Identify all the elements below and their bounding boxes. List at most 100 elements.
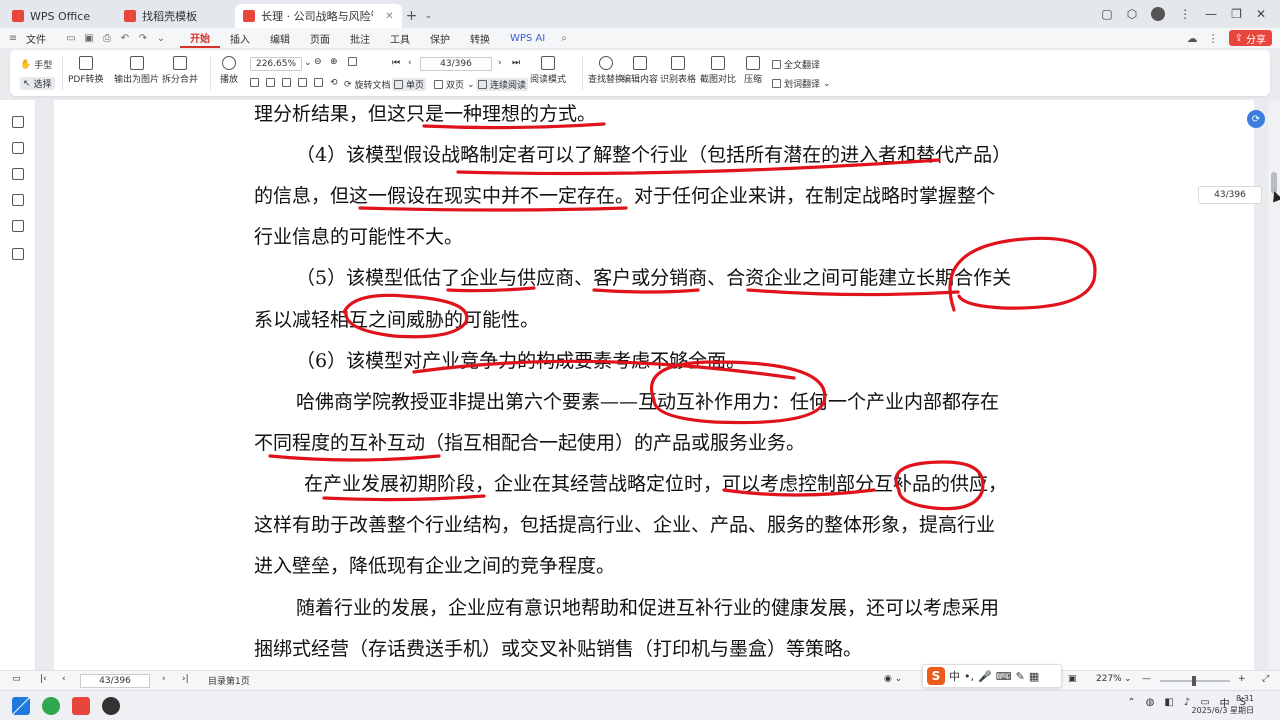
- ime-mode[interactable]: 中: [949, 668, 960, 684]
- document-area[interactable]: 理分析结果，但这只是一种理想的方式。 （4）该模型假设战略制定者可以了解整个行业…: [36, 100, 1268, 670]
- more-icon[interactable]: ⋮: [1179, 7, 1191, 21]
- skin-icon[interactable]: ✎: [1016, 670, 1025, 683]
- edge-icon[interactable]: [42, 697, 60, 715]
- zoom-in-icon[interactable]: +: [1238, 674, 1246, 684]
- next-page-icon[interactable]: ›: [498, 58, 502, 68]
- wechat-icon[interactable]: ◍: [1146, 697, 1155, 708]
- zoom-in-icon[interactable]: ⊕: [330, 57, 338, 67]
- play-button[interactable]: 播放: [220, 56, 238, 85]
- cloud-icon[interactable]: ☁: [1187, 32, 1198, 45]
- hand-tool-button[interactable]: ✋ 手型: [20, 58, 52, 72]
- edit-content-button[interactable]: 编辑内容: [622, 56, 658, 85]
- close-icon[interactable]: ✕: [385, 11, 393, 22]
- zoom-out-icon[interactable]: —: [1142, 674, 1151, 684]
- menu-tools[interactable]: 工具: [380, 28, 420, 48]
- tab-document[interactable]: 长理 · 公司战略与风险管理 ✕: [235, 4, 402, 28]
- zoom-value[interactable]: 227%: [1096, 674, 1122, 684]
- chevron-up-icon[interactable]: ⌃: [1127, 697, 1135, 708]
- full-translate-button[interactable]: 全文翻译: [772, 58, 820, 71]
- chevron-down-icon[interactable]: ⌄: [422, 4, 436, 28]
- compare-button[interactable]: 截图对比: [700, 56, 736, 85]
- next-page-icon[interactable]: ›: [162, 674, 166, 684]
- chevron-down-icon[interactable]: ⌄: [152, 33, 170, 44]
- page-fit-icon[interactable]: [348, 57, 357, 66]
- zoom-out-icon[interactable]: ⊖: [314, 57, 322, 67]
- single-page-button[interactable]: 单页: [392, 78, 427, 91]
- new-tab-button[interactable]: +: [402, 4, 422, 28]
- keyboard-icon[interactable]: ⌨: [996, 670, 1012, 683]
- word-translate-button[interactable]: 划词翻译 ⌄: [772, 77, 831, 90]
- menu-insert[interactable]: 插入: [220, 28, 260, 48]
- fit-page-icon[interactable]: [298, 78, 307, 87]
- actual-size-icon[interactable]: [282, 78, 291, 87]
- view-mode-icon[interactable]: ▣: [1068, 674, 1077, 684]
- thumbnail-icon[interactable]: [12, 142, 24, 154]
- crop-icon[interactable]: [314, 78, 323, 87]
- zoom-slider[interactable]: [1160, 676, 1230, 686]
- fit-height-icon[interactable]: [266, 78, 275, 87]
- floating-assistant-icon[interactable]: ⟳: [1247, 110, 1265, 128]
- fit-width-icon[interactable]: [250, 78, 259, 87]
- read-mode-button[interactable]: 阅读模式: [530, 56, 566, 85]
- network-icon[interactable]: ◧: [1164, 697, 1173, 708]
- recognize-table-button[interactable]: 识别表格: [660, 56, 696, 85]
- first-page-icon[interactable]: ⏮: [392, 58, 400, 68]
- sidebar-toggle-icon[interactable]: ▭: [12, 674, 21, 684]
- attachment-icon[interactable]: [12, 194, 24, 206]
- obs-icon[interactable]: [102, 697, 120, 715]
- double-page-button[interactable]: 双页 ⌄: [434, 78, 475, 91]
- select-tool-button[interactable]: ↖ 选择: [20, 77, 55, 90]
- avatar[interactable]: [1151, 7, 1166, 21]
- menu-comment[interactable]: 批注: [340, 28, 380, 48]
- redo-icon[interactable]: ↷: [134, 33, 152, 44]
- save-icon[interactable]: ▣: [80, 33, 98, 44]
- pdf-convert-button[interactable]: PDF转换: [68, 56, 104, 85]
- comment-icon[interactable]: [12, 168, 24, 180]
- last-page-icon[interactable]: ›|: [182, 674, 189, 684]
- share-button[interactable]: ⇪ 分享: [1228, 30, 1272, 46]
- cube-icon[interactable]: ⬡: [1127, 7, 1137, 21]
- wps-taskbar-icon[interactable]: [72, 697, 90, 715]
- compress-button[interactable]: 压缩: [744, 56, 762, 85]
- window-icon[interactable]: ▢: [1101, 7, 1112, 21]
- eye-icon[interactable]: ◉ ⌄: [884, 674, 902, 684]
- volume-icon[interactable]: ♪: [1184, 697, 1190, 708]
- first-page-icon[interactable]: |‹: [40, 674, 47, 684]
- rotate-left-icon[interactable]: ⟲: [330, 78, 338, 88]
- layers-icon[interactable]: [12, 248, 24, 260]
- fullscreen-icon[interactable]: ⤢: [1262, 674, 1269, 684]
- print-icon[interactable]: ⎙: [98, 33, 116, 44]
- windows-start-icon[interactable]: [12, 697, 30, 715]
- menu-wps-ai[interactable]: WPS AI: [500, 28, 555, 48]
- grid-icon[interactable]: ▦: [1029, 670, 1039, 683]
- menu-page[interactable]: 页面: [300, 28, 340, 48]
- tab-wps-office[interactable]: WPS Office: [4, 4, 98, 28]
- ime-toolbar[interactable]: S 中 •, 🎤 ⌨ ✎ ▦: [922, 664, 1062, 688]
- menu-protect[interactable]: 保护: [420, 28, 460, 48]
- undo-icon[interactable]: ↶: [116, 33, 134, 44]
- close-window-icon[interactable]: ✕: [1256, 7, 1266, 21]
- vertical-scrollbar[interactable]: [1268, 100, 1280, 670]
- folder-icon[interactable]: ▭: [62, 33, 80, 44]
- chevron-down-icon[interactable]: ⌄: [1124, 674, 1132, 684]
- split-merge-button[interactable]: 拆分合并: [162, 56, 198, 85]
- export-image-button[interactable]: 输出为图片: [114, 56, 159, 85]
- page-input[interactable]: 43/396: [420, 57, 492, 71]
- bookmark-icon[interactable]: [12, 116, 24, 128]
- hamburger-icon[interactable]: ≡: [4, 33, 22, 44]
- more-icon[interactable]: ⋮: [1208, 32, 1219, 45]
- zoom-input[interactable]: 226.65%: [250, 57, 302, 71]
- prev-page-icon[interactable]: ‹: [408, 58, 412, 68]
- search-icon[interactable]: ⌕: [555, 33, 573, 44]
- prev-page-icon[interactable]: ‹: [62, 674, 66, 684]
- zoom-slider-knob[interactable]: [1192, 676, 1196, 686]
- last-page-icon[interactable]: ⏭: [512, 58, 520, 68]
- tab-template[interactable]: 找稻壳模板: [116, 4, 205, 28]
- mic-icon[interactable]: 🎤: [978, 670, 992, 683]
- minimize-icon[interactable]: —: [1205, 7, 1217, 21]
- menu-file[interactable]: 文件: [22, 28, 50, 48]
- rotate-document-button[interactable]: ⟳ 旋转文档: [344, 78, 391, 92]
- find-replace-button[interactable]: 查找替换: [588, 56, 624, 85]
- clock[interactable]: 8:31 2025/6/3 星期日: [1192, 693, 1254, 717]
- menu-edit[interactable]: 编辑: [260, 28, 300, 48]
